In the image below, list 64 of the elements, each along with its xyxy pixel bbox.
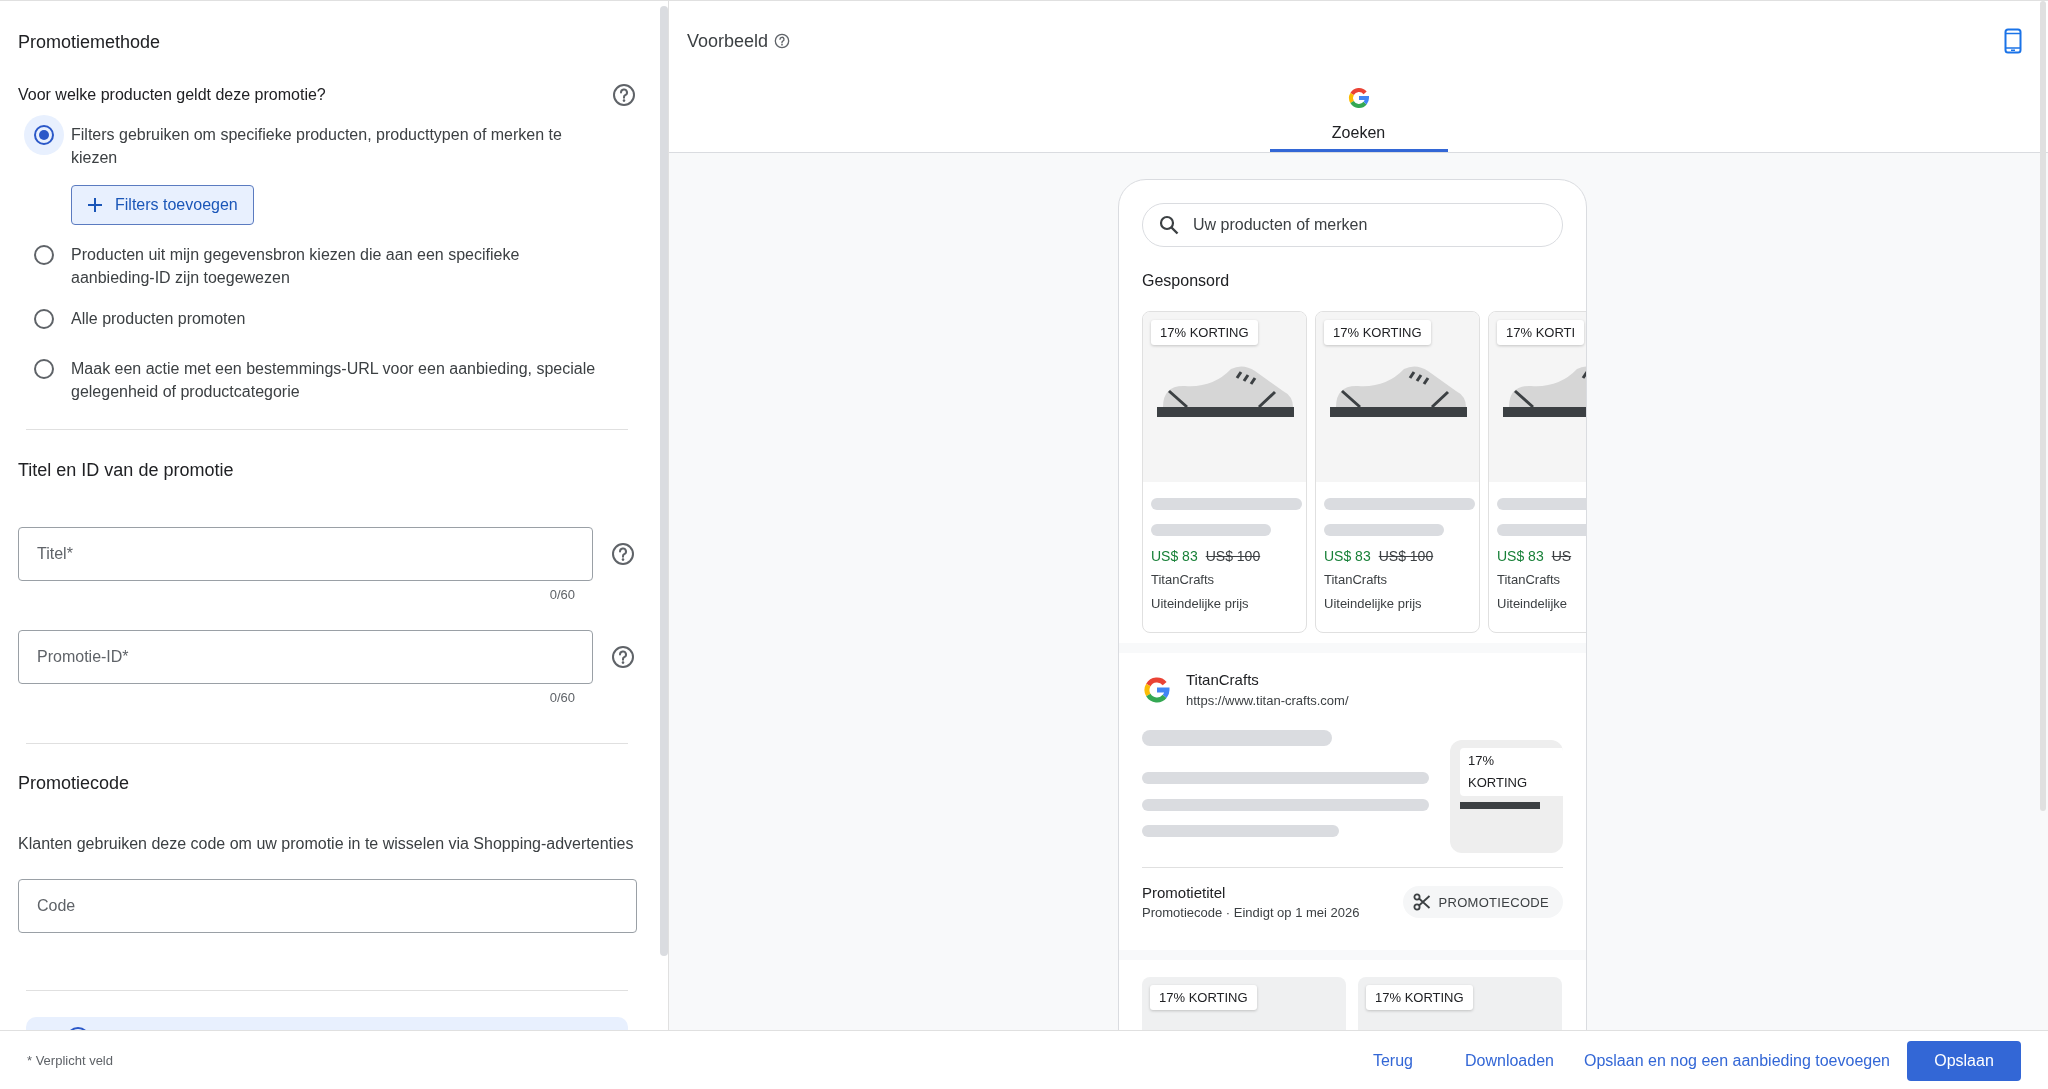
discount-badge: 17% KORTING [1151, 320, 1258, 345]
required-note: * Verplicht veld [27, 1053, 113, 1068]
product-card[interactable]: 17% KORTI US$ 83 US TitanCrafts Uiteindelijke [1488, 311, 1586, 633]
section-title: Promotiemethode [18, 31, 162, 54]
g-logo-icon [1142, 674, 1172, 705]
promo-title: Promotietitel [1142, 884, 1227, 901]
discount-badge: 17% KORTI [1497, 320, 1585, 345]
question-label: Voor welke producten geldt deze promotie? [18, 86, 326, 104]
promo-details: Promotiecode · Eindigt op 1 mei 2026 [1142, 905, 1360, 920]
input-field[interactable]: Promotie-ID* [18, 630, 593, 684]
character-counter: 0/60 [548, 587, 575, 603]
product-card[interactable]: 17% KORTING US$ 83 US$ 100 TitanCrafts Uiteindelijke prijs [1315, 311, 1480, 633]
description-text: Klanten gebruiken deze code om uw promotie in te wisselen via Shopping-advertenties [18, 835, 635, 853]
site-url[interactable]: https://www.titan-crafts.com/ [1186, 693, 1349, 708]
discount-badge: 17% KORTING [1460, 748, 1563, 796]
original-price: US$ 100 [1205, 548, 1261, 564]
radio-button[interactable] [24, 115, 64, 155]
panel-title: Voorbeeld [687, 30, 769, 52]
site-name: TitanCrafts [1186, 671, 1260, 688]
price-note: Uiteindelijke [1497, 595, 1569, 612]
product-card[interactable]: 17% KORTING [1358, 977, 1562, 1030]
help-icon[interactable] [774, 33, 791, 49]
phone-icon[interactable] [2004, 28, 2022, 54]
sale-price: US$ 83 [1151, 548, 1198, 564]
help-icon[interactable] [611, 542, 635, 566]
help-icon[interactable] [611, 645, 635, 669]
sale-price: US$ 83 [1497, 548, 1544, 564]
scrollbar[interactable] [2040, 1, 2046, 811]
input-field[interactable]: Titel* [18, 527, 593, 581]
input-field[interactable]: Code [18, 879, 637, 933]
plus-icon [87, 197, 103, 213]
discount-badge: 17% KORTING [1366, 985, 1473, 1010]
discount-badge: 17% KORTING [1150, 985, 1257, 1010]
brand-name: TitanCrafts [1324, 571, 1389, 588]
character-counter: 0/60 [548, 690, 575, 706]
help-icon[interactable] [612, 83, 636, 107]
brand-name: TitanCrafts [1497, 571, 1562, 588]
price-note: Uiteindelijke prijs [1151, 595, 1250, 612]
option-label[interactable]: Maak een actie met een bestemmings-URL voor een aanbieding, speciale gelegenheid of productcategorie [71, 349, 596, 403]
price-note: Uiteindelijke prijs [1324, 595, 1423, 612]
option-label[interactable]: Filters gebruiken om specifieke producten, producttypen of merken te kiezen [71, 115, 596, 169]
section-title: Promotiecode [18, 772, 131, 795]
option-label[interactable]: Producten uit mijn gegevensbron kiezen die aan een specifieke aanbieding-ID zijn toegewezen [71, 235, 596, 289]
footer-link[interactable]: Opslaan en nog een aanbieding toevoegen [1583, 1051, 1890, 1070]
original-price: US [1551, 548, 1572, 564]
section-label: Gesponsord [1142, 271, 1231, 291]
discount-badge: 17% KORTING [1324, 320, 1431, 345]
search-tab[interactable]: Zoeken [1269, 86, 1448, 152]
save-button[interactable]: Opslaan [1907, 1040, 2021, 1081]
brand-name: TitanCrafts [1151, 571, 1216, 588]
add-filters-button[interactable]: Filters toevoegen [71, 185, 254, 225]
sale-price: US$ 83 [1324, 548, 1371, 564]
section-title: Titel en ID van de promotie [18, 459, 235, 482]
search-icon [1159, 215, 1179, 235]
scissors-icon [1412, 893, 1431, 911]
product-card[interactable]: 17% KORTING [1142, 977, 1346, 1030]
scrollbar[interactable] [660, 6, 668, 956]
original-price: US$ 100 [1378, 548, 1434, 564]
g-logo-icon [1346, 86, 1371, 110]
footer-link[interactable]: Downloaden [1465, 1051, 1554, 1070]
product-card[interactable]: 17% KORTING US$ 83 US$ 100 TitanCrafts Uiteindelijke prijs [1142, 311, 1307, 633]
footer-link[interactable]: Terug [1372, 1051, 1413, 1070]
promo-code-chip[interactable]: PROMOTIECODE [1402, 886, 1563, 918]
option-label[interactable]: Alle producten promoten [71, 299, 246, 330]
